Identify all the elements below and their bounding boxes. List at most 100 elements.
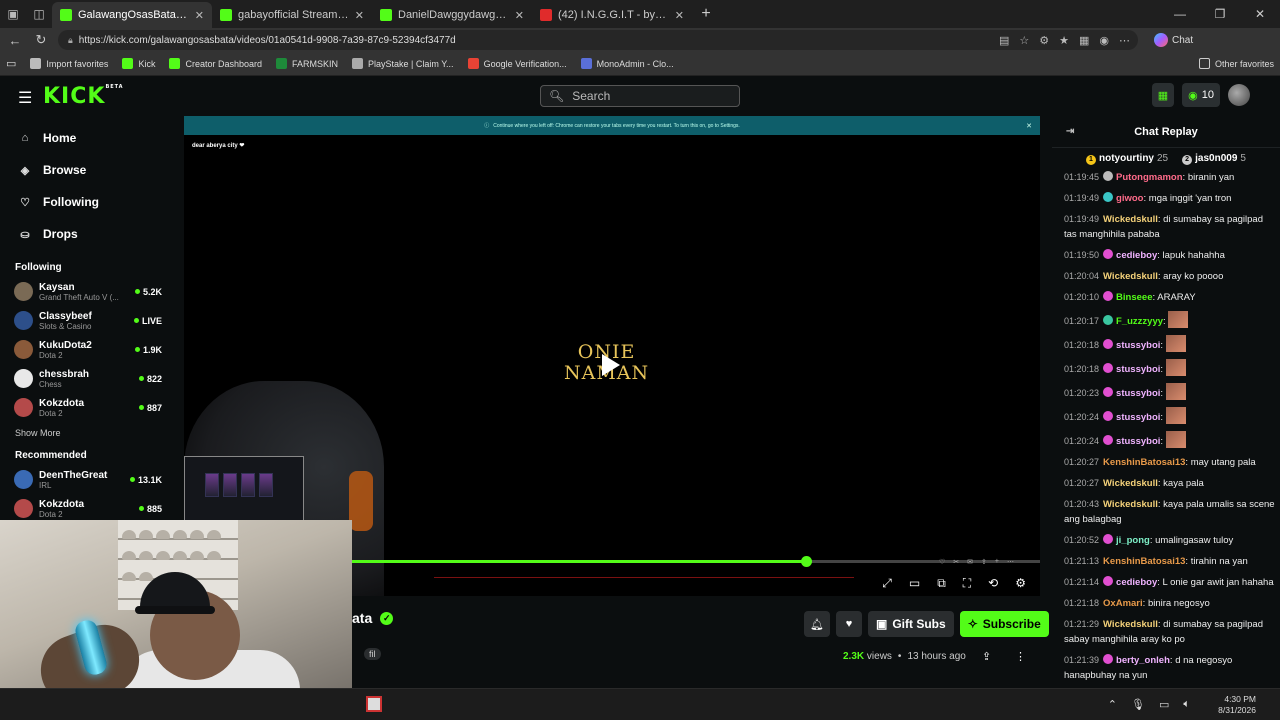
message-username[interactable]: KenshinBatosai13 — [1103, 556, 1185, 567]
new-tab-button[interactable]: + — [692, 5, 720, 23]
tab-close-icon[interactable]: ✕ — [675, 9, 684, 22]
channel-item[interactable]: Classybeef Slots & Casino LIVE — [0, 306, 170, 335]
browser-tab[interactable]: (42) I.N.G.G.I.T - by GK.IBARRA DC ✕ — [532, 2, 692, 28]
close-window-button[interactable]: ✕ — [1240, 7, 1280, 21]
workspaces-icon[interactable]: ▣ — [0, 0, 26, 28]
maximize-button[interactable]: ❐ — [1200, 7, 1240, 21]
more-small-icon[interactable]: ⋯ — [1007, 558, 1014, 566]
channel-item[interactable]: Kokzdota Dota 2 887 — [0, 393, 170, 422]
copilot-button[interactable]: Chat — [1154, 33, 1193, 47]
gift-subs-button[interactable]: ▣ Gift Subs — [868, 611, 954, 637]
reader-icon[interactable]: ▤ — [999, 34, 1009, 47]
follow-heart-button[interactable]: ♥ — [836, 611, 862, 637]
notification-bell-button[interactable]: 🔔︎ — [804, 611, 830, 637]
message-username[interactable]: Wickedskull — [1103, 619, 1158, 630]
message-username[interactable]: stussyboi — [1116, 364, 1160, 375]
sidebar-toggle-icon[interactable]: ▭ — [6, 57, 16, 70]
back-icon[interactable]: ← — [6, 33, 24, 48]
channel-item[interactable]: chessbrah Chess 822 — [0, 364, 170, 393]
message-username[interactable]: cedieboy — [1116, 250, 1157, 261]
sidebar-item-following[interactable]: ♡ Following — [0, 186, 170, 218]
message-username[interactable]: stussyboi — [1116, 412, 1160, 423]
message-username[interactable]: OxAmari — [1103, 598, 1143, 609]
sidebar-item-browse[interactable]: ◈ Browse — [0, 154, 170, 186]
mic-icon[interactable]: 🎙︎ — [1131, 698, 1145, 711]
profile-icon[interactable]: ◉ — [1099, 34, 1109, 47]
banner-close-icon[interactable]: ✕ — [1026, 122, 1032, 130]
share-small-icon[interactable]: ⇪ — [981, 558, 987, 566]
bookmark-item[interactable]: Kick — [122, 58, 155, 69]
play-icon[interactable] — [602, 354, 620, 376]
browser-tab[interactable]: GalawangOsasBata - Watch ti ✕ — [52, 2, 212, 28]
channel-item[interactable]: Kokzdota Dota 2 885 — [0, 494, 170, 523]
message-username[interactable]: stussyboi — [1116, 436, 1160, 447]
channel-item[interactable]: Kaysan Grand Theft Auto V (... 5.2K — [0, 277, 170, 306]
menu-dots-icon[interactable]: ⋯ — [1119, 34, 1130, 47]
search-input[interactable]: 🔍︎ Search — [540, 85, 740, 107]
message-username[interactable]: Wickedskull — [1103, 271, 1158, 282]
bookmark-item[interactable]: FARMSKIN — [276, 58, 338, 69]
kick-logo[interactable]: KICKBETA — [43, 84, 124, 109]
channel-item[interactable]: DeenTheGreat IRL 13.1K — [0, 465, 170, 494]
message-username[interactable]: F_uzzzyyy — [1116, 316, 1163, 327]
add-icon[interactable]: + — [995, 558, 999, 566]
message-username[interactable]: Wickedskull — [1103, 478, 1158, 489]
bookmark-item[interactable]: MonoAdmin - Clo... — [580, 58, 674, 69]
user-avatar[interactable] — [1228, 84, 1250, 106]
message-username[interactable]: Putongmamon — [1116, 172, 1183, 183]
like-icon[interactable]: ♡ — [939, 558, 945, 566]
sidebar-item-drops[interactable]: ⛀ Drops — [0, 218, 170, 250]
message-username[interactable]: stussyboi — [1116, 340, 1160, 351]
leader-entry[interactable]: 2 jas0n009 5 — [1182, 153, 1246, 165]
collapse-chat-icon[interactable]: ⇥ — [1066, 126, 1074, 137]
message-username[interactable]: KenshinBatosai13 — [1103, 457, 1185, 468]
volume-icon[interactable]: 🔈︎ — [1183, 698, 1190, 711]
replay-icon[interactable]: ⟲ — [988, 576, 998, 591]
leader-entry[interactable]: 1 notyourtiny 25 — [1086, 153, 1168, 165]
settings-gear-icon[interactable]: ⚙ — [1015, 576, 1026, 591]
clip-button-icon[interactable]: ⤢ — [882, 576, 892, 591]
tray-expand-icon[interactable]: ⌃ — [1108, 698, 1117, 711]
mini-player-icon[interactable]: ⧉ — [937, 576, 946, 591]
bookmark-item[interactable]: Import favorites — [30, 58, 108, 69]
other-favorites[interactable]: Other favorites — [1198, 58, 1274, 69]
tab-close-icon[interactable]: ✕ — [195, 9, 204, 22]
message-username[interactable]: Wickedskull — [1103, 499, 1158, 510]
system-clock[interactable]: 4:30 PM 8/31/2026 — [1218, 694, 1256, 716]
fullscreen-icon[interactable]: ⛶ — [963, 576, 971, 591]
message-username[interactable]: cedieboy — [1116, 577, 1157, 588]
progress-knob[interactable] — [801, 556, 812, 567]
favorites-icon[interactable]: ★ — [1059, 34, 1069, 47]
dashboard-button[interactable]: ▦ — [1151, 83, 1175, 107]
minimize-button[interactable]: — — [1160, 7, 1200, 21]
sidebar-item-home[interactable]: ⌂ Home — [0, 122, 170, 154]
extension-icon[interactable]: ⚙ — [1039, 34, 1049, 47]
tab-close-icon[interactable]: ✕ — [515, 9, 524, 22]
share-icon[interactable]: ⇪ — [982, 650, 991, 663]
subscribe-button[interactable]: ✧ Subscribe — [959, 611, 1049, 637]
network-icon[interactable]: ▭ — [1159, 698, 1169, 711]
refresh-icon[interactable]: ↻ — [32, 32, 50, 48]
clip-icon[interactable]: ✂ — [953, 558, 959, 566]
show-more-link[interactable]: Show More — [0, 422, 170, 444]
bookmark-item[interactable]: Google Verification... — [467, 58, 567, 69]
browser-tab[interactable]: DanielDawggydawgz Stream - Wat ✕ — [372, 2, 532, 28]
bookmark-item[interactable]: Creator Dashboard — [169, 58, 262, 69]
channel-item[interactable]: KukuDota2 Dota 2 1.9K — [0, 335, 170, 364]
tab-actions-icon[interactable]: ◫ — [26, 0, 52, 28]
message-username[interactable]: berty_onleh — [1116, 655, 1170, 666]
more-options-icon[interactable]: ⋮ — [1015, 650, 1026, 663]
browser-tab[interactable]: gabayofficial Stream - Watch Live ✕ — [212, 2, 372, 28]
language-tag[interactable]: fil — [364, 648, 381, 660]
message-username[interactable]: stussyboi — [1116, 388, 1160, 399]
favorite-star-icon[interactable]: ☆ — [1019, 34, 1029, 47]
bookmark-item[interactable]: PlayStake | Claim Y... — [352, 58, 454, 69]
chat-icon[interactable]: ✉ — [967, 558, 973, 566]
tab-close-icon[interactable]: ✕ — [355, 9, 364, 22]
channel-name[interactable]: ata ✓ — [352, 610, 394, 626]
points-button[interactable]: ◉ 10 — [1182, 83, 1220, 107]
message-username[interactable]: giwoo — [1116, 193, 1143, 204]
collections-icon[interactable]: ▦ — [1079, 34, 1089, 47]
hamburger-menu-icon[interactable]: ☰ — [18, 88, 32, 108]
url-field[interactable]: 🔒︎ https://kick.com/galawangosasbata/vid… — [58, 30, 1138, 50]
